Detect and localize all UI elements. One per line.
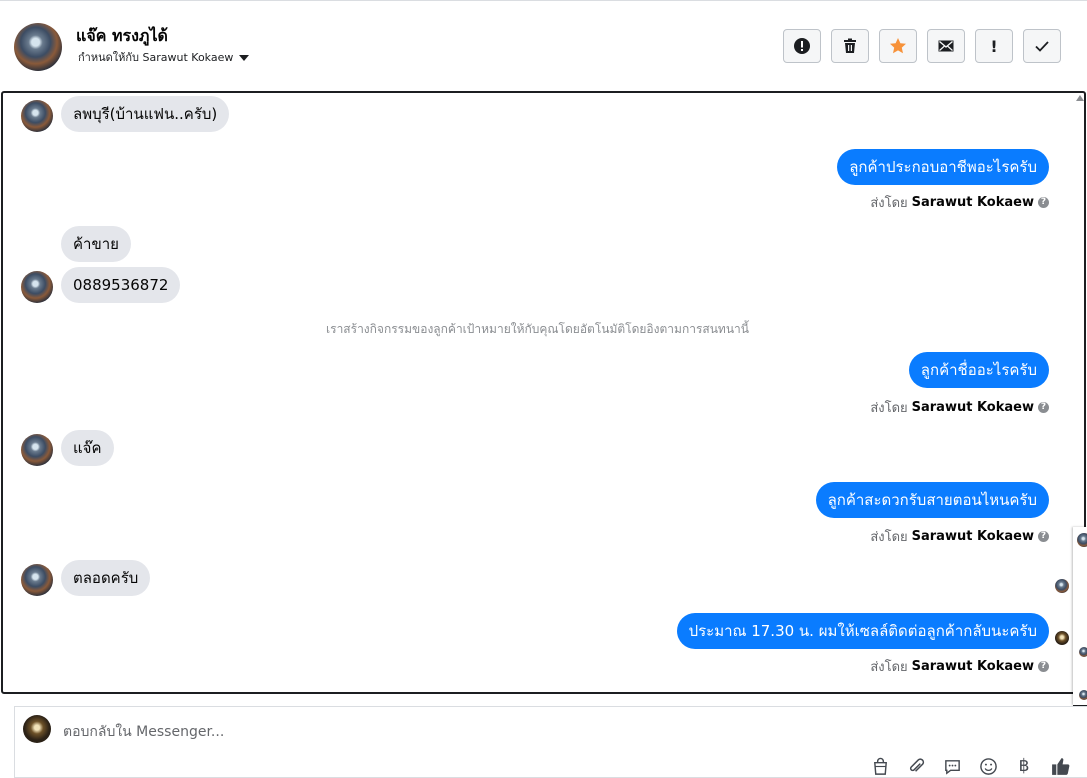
customer-avatar — [21, 271, 53, 303]
read-receipt-avatar — [1055, 579, 1069, 593]
help-icon[interactable]: ? — [1038, 531, 1049, 542]
incoming-message[interactable]: 0889536872 — [61, 267, 181, 303]
outgoing-message[interactable]: ประมาณ 17.30 น. ผมให้เซลล์ติดต่อลูกค้ากล… — [676, 613, 1049, 649]
sent-by-line: ส่งโดย Sarawut Kokaew ? — [870, 397, 1049, 418]
seen-avatar — [1055, 631, 1069, 645]
mail-icon — [938, 40, 954, 52]
trash-icon — [844, 38, 856, 53]
sent-by-prefix: ส่งโดย — [870, 196, 908, 211]
chevron-down-icon — [239, 55, 250, 61]
baht-icon[interactable]: ฿ — [1013, 755, 1035, 777]
shopping-bag-icon[interactable] — [869, 755, 891, 777]
sent-by-line: ส่งโดย Sarawut Kokaew ? — [870, 656, 1049, 677]
delete-button[interactable] — [831, 29, 869, 63]
incoming-message[interactable]: ตลอดครับ — [61, 560, 151, 596]
outgoing-message[interactable]: ลูกค้าประกอบอาชีพอะไรครับ — [837, 149, 1049, 185]
sent-by-name[interactable]: Sarawut Kokaew — [912, 195, 1034, 210]
sent-by-prefix: ส่งโดย — [870, 401, 908, 416]
conversation-header: แจ๊ค ทรงภูได้ กำหนดให้กับ Sarawut Kokaew… — [0, 4, 1087, 90]
assignee-dropdown[interactable]: กำหนดให้กับ Sarawut Kokaew — [78, 48, 250, 66]
sent-by-name[interactable]: Sarawut Kokaew — [912, 400, 1034, 415]
outgoing-message[interactable]: ลูกค้าสะดวกรับสายตอนไหนครับ — [815, 482, 1049, 518]
alert-circle-icon — [794, 38, 810, 54]
emoji-icon[interactable] — [977, 755, 999, 777]
sent-by-line: ส่งโดย Sarawut Kokaew ? — [870, 526, 1049, 547]
message-thread[interactable]: ลพบุรี(บ้านแฟน..ครับ) ลูกค้าประกอบอาชีพอ… — [1, 91, 1086, 694]
incoming-message[interactable]: แจ๊ค — [61, 430, 114, 466]
sent-by-name[interactable]: Sarawut Kokaew — [912, 659, 1034, 674]
checkmark-icon — [1035, 41, 1049, 52]
exclamation-icon: ! — [990, 36, 998, 56]
customer-avatar — [21, 434, 53, 466]
incoming-message[interactable]: ลพบุรี(บ้านแฟน..ครับ) — [61, 96, 230, 132]
outgoing-message[interactable]: ลูกค้าชื่ออะไรครับ — [908, 352, 1049, 388]
mark-done-button[interactable] — [1023, 29, 1061, 63]
reply-input[interactable]: ตอบกลับใน Messenger... — [63, 721, 224, 743]
contact-avatar[interactable] — [14, 23, 62, 71]
saved-reply-icon[interactable] — [941, 755, 963, 777]
side-avatar[interactable] — [1077, 533, 1087, 547]
side-avatar[interactable] — [1079, 647, 1087, 657]
sent-by-prefix: ส่งโดย — [870, 530, 908, 545]
sent-by-name[interactable]: Sarawut Kokaew — [912, 529, 1034, 544]
reply-composer: ตอบกลับใน Messenger... ฿ — [14, 706, 1087, 778]
mark-spam-button[interactable] — [783, 29, 821, 63]
customer-avatar — [21, 100, 53, 132]
page-avatar — [23, 715, 51, 743]
side-avatar[interactable] — [1079, 690, 1087, 700]
contact-name[interactable]: แจ๊ค ทรงภูได้ — [76, 24, 168, 49]
help-icon[interactable]: ? — [1038, 661, 1049, 672]
help-icon[interactable]: ? — [1038, 197, 1049, 208]
mark-unread-button[interactable] — [927, 29, 965, 63]
follow-up-button[interactable]: ! — [975, 29, 1013, 63]
star-icon — [890, 38, 906, 54]
sent-by-prefix: ส่งโดย — [870, 660, 908, 675]
side-panel[interactable] — [1073, 527, 1087, 705]
star-button[interactable] — [879, 29, 917, 63]
help-icon[interactable]: ? — [1038, 402, 1049, 413]
incoming-message[interactable]: ค้าขาย — [61, 226, 131, 262]
scroll-up-arrow-icon[interactable] — [1076, 95, 1084, 101]
thumbs-up-icon[interactable] — [1049, 755, 1071, 777]
system-notice: เราสร้างกิจกรรมของลูกค้าเป้าหมายให้กับคุ… — [326, 322, 749, 336]
paperclip-icon[interactable] — [905, 755, 927, 777]
assignee-label: กำหนดให้กับ Sarawut Kokaew — [78, 51, 234, 64]
customer-avatar — [21, 564, 53, 596]
sent-by-line: ส่งโดย Sarawut Kokaew ? — [870, 192, 1049, 213]
